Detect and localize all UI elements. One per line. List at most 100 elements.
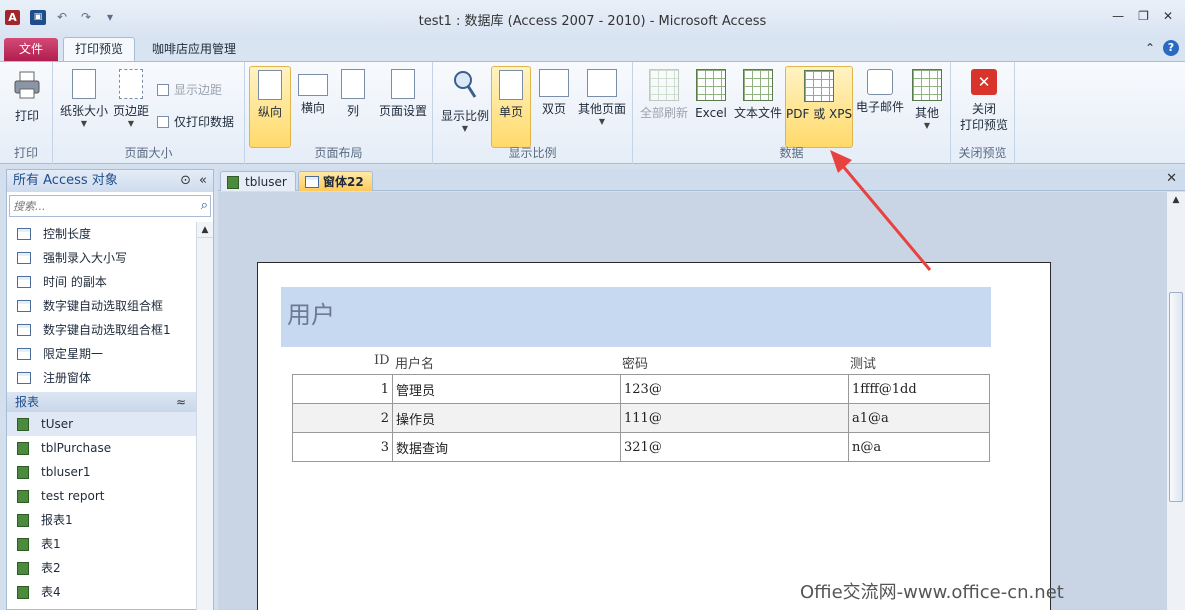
close-preview-button[interactable]: ✕ 关闭 打印预览 — [957, 66, 1011, 146]
group-label-page-layout: 页面布局 — [314, 146, 363, 160]
list-item[interactable]: 表4 — [7, 580, 196, 604]
minimize-ribbon-icon[interactable]: ⌃ — [1145, 41, 1155, 55]
nav-pane-controls: ⊙ « — [180, 170, 207, 192]
tab-file[interactable]: 文件 — [4, 38, 58, 61]
email-icon — [867, 69, 893, 95]
margins-button[interactable]: 页边距 ▼ — [111, 66, 151, 146]
undo-icon[interactable]: ↶ — [54, 10, 70, 25]
minimize-icon[interactable]: — — [1112, 9, 1124, 23]
report-icon — [17, 489, 29, 503]
refresh-icon — [649, 69, 679, 101]
list-item[interactable]: 数字键自动选取组合框 — [7, 294, 196, 318]
form-icon — [17, 276, 31, 288]
list-item[interactable]: 数字键自动选取组合框1 — [7, 318, 196, 342]
close-window-icon[interactable]: ✕ — [1163, 9, 1173, 23]
nav-scrollbar[interactable]: ▲ — [196, 222, 213, 610]
nav-menu-chevron-icon[interactable]: ⊙ — [180, 170, 191, 192]
access-app-icon[interactable]: A — [5, 10, 20, 25]
more-pages-icon — [587, 69, 617, 97]
table-row: 1 管理员 123@ 1ffff@1dd — [292, 374, 990, 404]
more-pages-button[interactable]: 其他页面 ▼ — [575, 66, 629, 146]
form-icon — [17, 372, 31, 384]
collapse-section-icon: ≈ — [175, 395, 186, 409]
group-page-size: 纸张大小 ▼ 页边距 ▼ 显示边距 仅打印数据 页面大小 — [53, 62, 245, 164]
printer-icon — [14, 71, 40, 99]
search-icon[interactable]: ⌕ — [201, 198, 208, 213]
zoom-button[interactable]: 显示比例 ▼ — [437, 66, 493, 146]
preview-page: 用户 ID 用户名 密码 测试 1 管理员 123@ 1ffff@1dd 2 操… — [257, 262, 1051, 610]
help-icon[interactable]: ? — [1163, 40, 1179, 56]
preview-vertical-scrollbar[interactable]: ▲ — [1166, 192, 1185, 610]
scroll-thumb[interactable] — [1169, 292, 1183, 502]
restore-icon[interactable]: ❐ — [1138, 9, 1149, 23]
list-item[interactable]: tblPurchase — [7, 436, 196, 460]
report-icon — [17, 441, 29, 455]
ribbon-tab-row: 文件 打印预览 咖啡店应用管理 — [0, 36, 1185, 63]
table-row: 3 数据查询 321@ n@a — [292, 432, 990, 462]
column-header-username: 用户名 — [395, 357, 435, 372]
tab-cafe-app[interactable]: 咖啡店应用管理 — [152, 38, 236, 61]
chevron-down-icon: ▼ — [461, 124, 469, 133]
report-icon — [17, 537, 29, 551]
more-export-button[interactable]: 其他 ▼ — [907, 66, 947, 146]
database-icon — [912, 69, 942, 101]
nav-section-reports[interactable]: 报表 ≈ — [7, 392, 196, 412]
save-icon[interactable]: ▣ — [30, 10, 46, 25]
refresh-all-button[interactable]: 全部刷新 — [637, 66, 691, 146]
chevron-down-icon: ▼ — [923, 121, 931, 130]
tab-print-preview[interactable]: 打印预览 — [63, 37, 135, 63]
export-text-button[interactable]: 文本文件 — [733, 66, 783, 146]
export-excel-button[interactable]: Excel — [693, 66, 729, 146]
doc-tab-form22[interactable]: 窗体22 — [298, 171, 373, 191]
group-label-zoom: 显示比例 — [508, 146, 557, 160]
portrait-icon — [258, 70, 282, 100]
report-icon — [17, 561, 29, 575]
list-item[interactable]: 表1 — [7, 532, 196, 556]
group-print: 打印 打印 — [0, 62, 53, 164]
page-setup-icon — [391, 69, 415, 99]
report-icon — [17, 585, 29, 599]
list-item[interactable]: 表2 — [7, 556, 196, 580]
scroll-up-icon[interactable]: ▲ — [197, 222, 213, 238]
customize-toolbar-icon[interactable]: ▾ — [102, 10, 118, 25]
export-pdf-xps-button[interactable]: PDF 或 XPS — [785, 66, 853, 148]
columns-button[interactable]: 列 — [335, 66, 371, 146]
redo-icon[interactable]: ↷ — [78, 10, 94, 25]
doc-tab-tbluser[interactable]: tbluser — [220, 171, 296, 191]
show-margins-checkbox[interactable]: 显示边距 — [157, 81, 222, 98]
paper-size-button[interactable]: 纸张大小 ▼ — [59, 66, 109, 146]
close-document-icon[interactable]: ✕ — [1166, 171, 1177, 186]
one-page-button[interactable]: 单页 — [491, 66, 531, 148]
margins-icon — [119, 69, 143, 99]
list-item[interactable]: 报表1 — [7, 508, 196, 532]
scroll-up-icon[interactable]: ▲ — [1167, 192, 1185, 208]
report-icon — [17, 465, 29, 479]
list-item[interactable]: tUser — [7, 412, 196, 436]
page-setup-button[interactable]: 页面设置 — [375, 66, 431, 146]
form-icon — [17, 228, 31, 240]
form-records-table: 1 管理员 123@ 1ffff@1dd 2 操作员 111@ a1@a 3 数… — [292, 374, 990, 462]
text-file-icon — [743, 69, 773, 101]
nav-pane-header[interactable]: 所有 Access 对象 ⊙ « — [7, 170, 213, 192]
form-icon — [305, 176, 319, 188]
list-item[interactable]: 强制录入大小写 — [7, 246, 196, 270]
form-header: 用户 — [281, 287, 991, 347]
print-data-only-checkbox[interactable]: 仅打印数据 — [157, 113, 234, 130]
list-item[interactable]: test report — [7, 484, 196, 508]
list-item[interactable]: 限定星期一 — [7, 342, 196, 366]
shutter-bar-collapse-icon[interactable]: « — [199, 170, 207, 192]
email-button[interactable]: 电子邮件 — [855, 66, 905, 146]
portrait-button[interactable]: 纵向 — [249, 66, 291, 148]
two-pages-button[interactable]: 双页 — [535, 66, 573, 146]
list-item[interactable]: tbluser1 — [7, 460, 196, 484]
print-button[interactable]: 打印 — [4, 66, 50, 146]
column-header-test: 测试 — [850, 357, 877, 372]
column-header-id: ID — [374, 353, 390, 368]
title-bar: A ▣ ↶ ↷ ▾ test1 : 数据库 (Access 2007 - 201… — [0, 0, 1185, 36]
landscape-button[interactable]: 横向 — [295, 66, 331, 146]
list-item[interactable]: 注册窗体 — [7, 366, 196, 390]
list-item[interactable]: 时间 的副本 — [7, 270, 196, 294]
list-item[interactable]: 控制长度 — [7, 222, 196, 246]
form-icon — [17, 324, 31, 336]
nav-search-input[interactable] — [10, 196, 180, 216]
